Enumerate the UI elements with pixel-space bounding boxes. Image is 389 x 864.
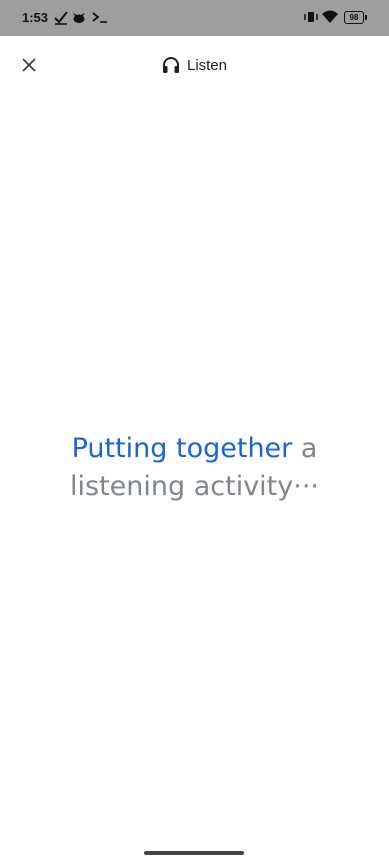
vibrate-icon xyxy=(304,12,318,22)
cat-icon xyxy=(73,13,85,23)
headphones-icon xyxy=(161,55,181,75)
close-button[interactable] xyxy=(14,50,44,80)
close-icon xyxy=(22,58,36,72)
loading-message-highlight: Putting together xyxy=(71,433,293,464)
page-title-text: Listen xyxy=(187,56,228,74)
top-app-bar: Listen xyxy=(0,36,389,94)
loading-message-line1: Putting together a xyxy=(0,430,389,468)
status-bar: 1:53 98 xyxy=(0,0,389,36)
loading-message-line2: listening activity··· xyxy=(0,468,389,506)
listen-screen: 1:53 98 Listen Putting together a listen… xyxy=(0,0,389,864)
loading-message-text: listening activity xyxy=(70,471,294,502)
loading-ellipsis: ··· xyxy=(293,471,319,502)
check-icon xyxy=(54,11,68,25)
status-time: 1:53 xyxy=(22,10,49,25)
loading-message-rest: a xyxy=(292,433,318,464)
terminal-icon xyxy=(92,12,107,23)
gesture-nav-bar[interactable] xyxy=(144,851,244,855)
battery-icon: 98 xyxy=(344,11,367,24)
loading-message: Putting together a listening activity··· xyxy=(0,430,389,506)
page-title: Listen xyxy=(161,54,227,76)
wifi-icon xyxy=(322,10,338,23)
